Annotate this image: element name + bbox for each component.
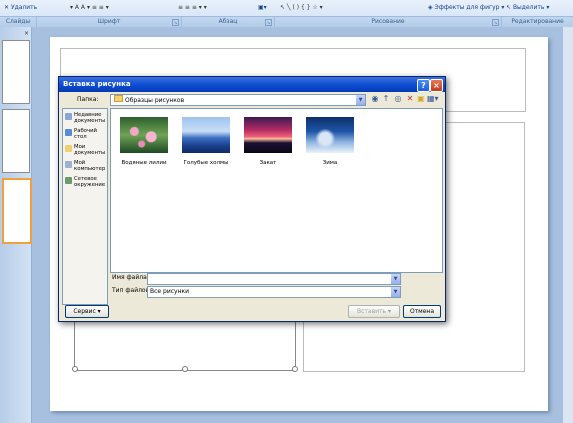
ribbon-group-labels: Слайды Шрифт ↘ Абзац ↘ Рисование ↘ Редактир… <box>0 16 573 27</box>
file-list: Водяные лилии Голубые холмы Закат Зима <box>110 108 443 273</box>
slide-thumbnail-selected[interactable] <box>2 178 32 244</box>
close-pane-icon[interactable]: × <box>24 30 29 37</box>
recent-documents-icon <box>65 113 72 120</box>
place-my-computer-label: Мой компьютер <box>74 160 106 172</box>
resize-handle[interactable] <box>72 366 78 372</box>
chevron-down-icon: ▼ <box>391 287 400 297</box>
select-label: Выделить <box>512 4 545 11</box>
file-item[interactable]: Закат <box>240 114 296 174</box>
group-editing: Редактирование <box>511 18 564 25</box>
drawing-launcher-icon[interactable]: ↘ <box>492 19 499 26</box>
folder-label: Папка: <box>77 96 99 103</box>
filename-label: Имя файла: <box>112 274 149 281</box>
chevron-down-icon: ▼ <box>356 95 365 105</box>
vertical-scrollbar[interactable] <box>562 27 573 423</box>
places-bar: Недавние документы Рабочий стол Мои доку… <box>62 108 108 305</box>
select-button[interactable]: ↖ Выделить ▾ <box>506 2 549 14</box>
place-desktop-label: Рабочий стол <box>74 128 97 140</box>
file-name: Голубые холмы <box>183 160 229 166</box>
file-name: Зима <box>322 160 338 166</box>
sunset-thumbnail <box>244 117 292 153</box>
water-lilies-thumbnail <box>120 117 168 153</box>
filetype-value: Все рисунки <box>150 288 190 295</box>
resize-handle[interactable] <box>292 366 298 372</box>
winter-thumbnail <box>306 117 354 153</box>
chevron-down-icon: ▼ <box>391 274 400 284</box>
place-recent-label: Недавние документы <box>74 112 106 124</box>
shape-effects-button[interactable]: ◈ Эффекты для фигур ▾ <box>428 2 504 14</box>
file-item[interactable]: Водяные лилии <box>116 114 172 174</box>
insert-label: Вставить <box>357 308 387 315</box>
delete-icon[interactable]: ✕ <box>405 94 415 104</box>
shapes-gallery[interactable]: ↖ ╲ ( ) { } ☆ ▾ <box>280 2 323 14</box>
group-font-label: Шрифт <box>97 18 121 25</box>
insert-button[interactable]: Вставить ▾ <box>348 305 400 318</box>
font-controls[interactable]: ▾ A A ▾ ≡ ≡ ▾ <box>70 2 109 14</box>
service-label: Сервис <box>73 308 96 315</box>
filetype-select[interactable]: Все рисунки ▼ <box>147 286 401 298</box>
resize-handle[interactable] <box>182 366 188 372</box>
ribbon: ✕ Удалить ▾ A A ▾ ≡ ≡ ▾ ≡ ≡ ≡ ▾ ▾ ▣▾ ↖ ╲… <box>0 0 573 28</box>
place-network-label: Сетевое окружение <box>74 176 106 188</box>
my-computer-icon <box>65 161 72 168</box>
blue-hills-thumbnail <box>182 117 230 153</box>
folder-value: Образцы рисунков <box>125 97 185 104</box>
insert-picture-dialog: Вставка рисунка ? × Папка: Образцы рисун… <box>58 76 446 322</box>
delete-label: Удалить <box>10 4 38 11</box>
dialog-titlebar[interactable]: Вставка рисунка ? × <box>59 77 445 92</box>
paragraph-launcher-icon[interactable]: ↘ <box>265 19 272 26</box>
folder-icon <box>114 95 123 102</box>
back-icon[interactable]: ◉ <box>370 94 380 104</box>
group-drawing: Рисование ↘ <box>275 17 502 27</box>
group-paragraph-label: Абзац <box>218 18 238 25</box>
file-item[interactable]: Зима <box>302 114 358 174</box>
place-my-documents-label: Мои документы <box>74 144 106 156</box>
group-paragraph: Абзац ↘ <box>182 17 275 27</box>
paragraph-controls[interactable]: ≡ ≡ ≡ ▾ ▾ <box>178 2 207 14</box>
file-name: Водяные лилии <box>121 160 167 166</box>
slides-pane: × <box>0 27 32 423</box>
ribbon-controls: ✕ Удалить ▾ A A ▾ ≡ ≡ ▾ ≡ ≡ ≡ ▾ ▾ ▣▾ ↖ ╲… <box>0 2 573 14</box>
arrange-button[interactable]: ▣▾ <box>258 2 267 14</box>
delete-slide-button[interactable]: ✕ Удалить <box>4 2 37 14</box>
slide-thumbnail[interactable] <box>2 40 30 104</box>
my-documents-icon <box>65 145 72 152</box>
views-icon[interactable]: ▦▾ <box>427 94 439 104</box>
service-button[interactable]: Сервис ▾ <box>65 305 109 318</box>
search-web-icon[interactable]: ◎ <box>393 94 403 104</box>
dialog-title: Вставка рисунка <box>63 80 131 88</box>
group-font: Шрифт ↘ <box>37 17 182 27</box>
slide-thumbnail[interactable] <box>2 109 30 173</box>
up-folder-icon[interactable]: ↑ <box>381 94 391 104</box>
new-folder-icon[interactable]: ▣ <box>416 94 426 104</box>
folder-select[interactable]: Образцы рисунков ▼ <box>110 94 366 106</box>
group-slides: Слайды <box>0 17 37 27</box>
font-launcher-icon[interactable]: ↘ <box>172 19 179 26</box>
network-icon <box>65 177 72 184</box>
help-icon[interactable]: ? <box>417 79 430 92</box>
file-name: Закат <box>259 160 277 166</box>
desktop-icon <box>65 129 72 136</box>
file-item[interactable]: Голубые холмы <box>178 114 234 174</box>
shape-effects-label: Эффекты для фигур <box>434 4 500 11</box>
close-icon[interactable]: × <box>430 79 443 92</box>
group-drawing-label: Рисование <box>371 18 405 25</box>
filename-input[interactable]: ▼ <box>147 273 401 285</box>
filetype-label: Тип файлов: <box>112 287 152 294</box>
cancel-button[interactable]: Отмена <box>403 305 441 318</box>
